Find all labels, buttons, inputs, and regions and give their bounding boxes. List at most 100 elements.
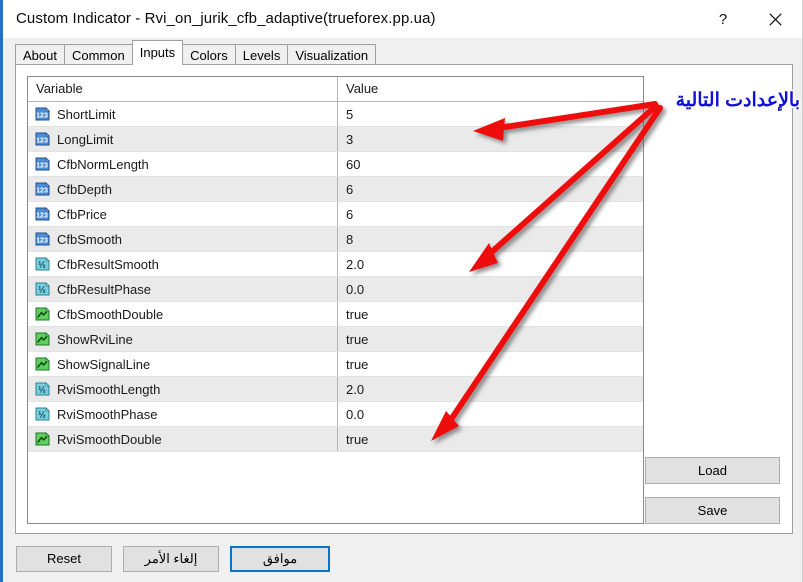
value-cell[interactable]: 0.0 <box>338 402 643 426</box>
value-cell[interactable]: true <box>338 352 643 376</box>
value-cell[interactable]: true <box>338 302 643 326</box>
svg-text:½: ½ <box>38 384 46 394</box>
reset-button[interactable]: Reset <box>16 546 112 572</box>
table-row[interactable]: ShowSignalLine true <box>28 352 643 377</box>
svg-text:123: 123 <box>36 237 48 244</box>
svg-text:½: ½ <box>38 259 46 269</box>
title-bar: Custom Indicator - Rvi_on_jurik_cfb_adap… <box>3 0 802 38</box>
table-row[interactable]: CfbSmoothDouble true <box>28 302 643 327</box>
svg-text:123: 123 <box>36 187 48 194</box>
ok-button[interactable]: موافق <box>230 546 330 572</box>
value-cell[interactable]: 3 <box>338 127 643 151</box>
svg-text:?: ? <box>719 11 727 27</box>
help-button[interactable]: ? <box>700 0 746 38</box>
variable-name: ShortLimit <box>57 106 116 122</box>
variable-cell[interactable]: 123 CfbSmooth <box>28 227 338 251</box>
table-row[interactable]: ½ CfbResultPhase 0.0 <box>28 277 643 302</box>
value-cell[interactable]: 0.0 <box>338 277 643 301</box>
tab-inputs[interactable]: Inputs <box>131 40 184 65</box>
value-cell[interactable]: 5 <box>338 102 643 126</box>
table-row[interactable]: ½ RviSmoothPhase 0.0 <box>28 402 643 427</box>
variable-name: CfbResultSmooth <box>57 256 159 272</box>
table-row[interactable]: 123 CfbNormLength 60 <box>28 152 643 177</box>
parameters-table[interactable]: Variable Value 123 ShortLimit 5 123 LongLimi… <box>27 76 644 524</box>
svg-text:½: ½ <box>38 284 46 294</box>
variable-name: CfbDepth <box>57 181 112 197</box>
variable-cell[interactable]: ½ RviSmoothPhase <box>28 402 338 426</box>
value-cell[interactable]: true <box>338 427 643 451</box>
svg-text:123: 123 <box>36 112 48 119</box>
variable-cell[interactable]: 123 CfbNormLength <box>28 152 338 176</box>
integer-type-icon: 123 <box>34 181 51 198</box>
integer-type-icon: 123 <box>34 156 51 173</box>
variable-cell[interactable]: 123 LongLimit <box>28 127 338 151</box>
value-cell[interactable]: 6 <box>338 177 643 201</box>
variable-cell[interactable]: ½ CfbResultPhase <box>28 277 338 301</box>
value-cell[interactable]: true <box>338 327 643 351</box>
integer-type-icon: 123 <box>34 106 51 123</box>
question-mark-icon: ? <box>719 11 727 27</box>
close-icon <box>768 12 782 26</box>
load-button[interactable]: Load <box>645 457 780 484</box>
table-row[interactable]: 123 CfbSmooth 8 <box>28 227 643 252</box>
tab-about[interactable]: About <box>15 44 65 65</box>
variable-name: RviSmoothLength <box>57 381 161 397</box>
variable-cell[interactable]: RviSmoothDouble <box>28 427 338 451</box>
variable-cell[interactable]: 123 CfbPrice <box>28 202 338 226</box>
integer-type-icon: 123 <box>34 131 51 148</box>
variable-cell[interactable]: ½ RviSmoothLength <box>28 377 338 401</box>
table-row[interactable]: 123 ShortLimit 5 <box>28 102 643 127</box>
value-cell[interactable]: 2.0 <box>338 252 643 276</box>
close-button[interactable] <box>752 0 798 38</box>
preset-buttons-panel: Load Save <box>645 457 780 537</box>
variable-cell[interactable]: CfbSmoothDouble <box>28 302 338 326</box>
variable-name: RviSmoothPhase <box>57 406 158 422</box>
double-type-icon: ½ <box>34 281 51 298</box>
svg-text:123: 123 <box>36 137 48 144</box>
table-row[interactable]: 123 CfbDepth 6 <box>28 177 643 202</box>
svg-text:123: 123 <box>36 212 48 219</box>
value-cell[interactable]: 2.0 <box>338 377 643 401</box>
tab-visualization[interactable]: Visualization <box>287 44 377 65</box>
variable-name: CfbSmoothDouble <box>57 306 164 322</box>
boolean-type-icon <box>34 331 51 348</box>
variable-name: CfbSmooth <box>57 231 123 247</box>
table-row[interactable]: ½ RviSmoothLength 2.0 <box>28 377 643 402</box>
variable-cell[interactable]: ShowRviLine <box>28 327 338 351</box>
value-cell[interactable]: 6 <box>338 202 643 226</box>
value-cell[interactable]: 60 <box>338 152 643 176</box>
value-cell[interactable]: 8 <box>338 227 643 251</box>
variable-cell[interactable]: ½ CfbResultSmooth <box>28 252 338 276</box>
variable-cell[interactable]: ShowSignalLine <box>28 352 338 376</box>
variable-name: RviSmoothDouble <box>57 431 162 447</box>
tab-common[interactable]: Common <box>63 44 133 65</box>
table-row[interactable]: 123 LongLimit 3 <box>28 127 643 152</box>
tab-colors[interactable]: Colors <box>182 44 236 65</box>
variable-cell[interactable]: 123 ShortLimit <box>28 102 338 126</box>
svg-text:½: ½ <box>38 409 46 419</box>
variable-name: ShowRviLine <box>57 331 133 347</box>
custom-indicator-dialog: Custom Indicator - Rvi_on_jurik_cfb_adap… <box>0 0 803 582</box>
window-title: Custom Indicator - Rvi_on_jurik_cfb_adap… <box>16 10 436 27</box>
table-row[interactable]: ShowRviLine true <box>28 327 643 352</box>
cancel-button[interactable]: إلغاء الأمر <box>123 546 219 572</box>
column-header-value[interactable]: Value <box>338 77 643 101</box>
table-row[interactable]: 123 CfbPrice 6 <box>28 202 643 227</box>
svg-text:123: 123 <box>36 162 48 169</box>
double-type-icon: ½ <box>34 406 51 423</box>
table-row[interactable]: RviSmoothDouble true <box>28 427 643 452</box>
table-row[interactable]: ½ CfbResultSmooth 2.0 <box>28 252 643 277</box>
dialog-button-bar: Reset إلغاء الأمر موافق <box>3 541 802 582</box>
inputs-panel: Variable Value 123 ShortLimit 5 123 LongLimi… <box>15 64 793 534</box>
boolean-type-icon <box>34 431 51 448</box>
column-header-variable[interactable]: Variable <box>28 77 338 101</box>
variable-cell[interactable]: 123 CfbDepth <box>28 177 338 201</box>
integer-type-icon: 123 <box>34 206 51 223</box>
variable-name: CfbNormLength <box>57 156 149 172</box>
integer-type-icon: 123 <box>34 231 51 248</box>
tab-levels[interactable]: Levels <box>234 44 289 65</box>
variable-name: LongLimit <box>57 131 114 147</box>
double-type-icon: ½ <box>34 256 51 273</box>
save-button[interactable]: Save <box>645 497 780 524</box>
tab-strip: About Common Inputs Colors Levels Visualizati… <box>3 38 802 65</box>
